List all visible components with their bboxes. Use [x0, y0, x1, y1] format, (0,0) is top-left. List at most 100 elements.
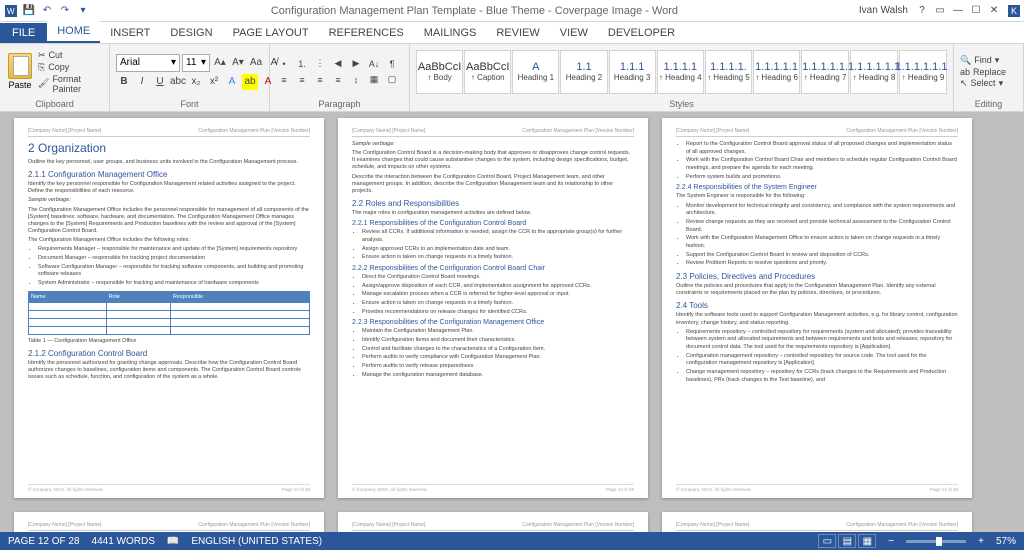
zoom-in-icon[interactable]: +	[978, 536, 984, 547]
underline-button[interactable]: U	[152, 74, 168, 90]
strikethrough-button[interactable]: abc	[170, 74, 186, 90]
design-tab[interactable]: DESIGN	[160, 23, 222, 43]
status-words[interactable]: 4441 WORDS	[92, 536, 155, 547]
align-center-icon[interactable]: ≡	[294, 73, 310, 87]
page-footer-right: Page 13 of 28	[606, 487, 634, 492]
copy-button[interactable]: ⎘ Copy	[38, 62, 103, 73]
file-tab[interactable]: FILE	[0, 23, 47, 43]
developer-tab[interactable]: DEVELOPER	[598, 23, 685, 43]
style-item[interactable]: 1.1.1.1.1.1.↑ Heading 9	[899, 50, 947, 94]
align-left-icon[interactable]: ≡	[276, 73, 292, 87]
undo-icon[interactable]: ↶	[40, 4, 54, 18]
style-item[interactable]: 1.1Heading 2	[560, 50, 607, 94]
view-tab[interactable]: VIEW	[550, 23, 598, 43]
replace-button[interactable]: ab Replace	[960, 67, 1006, 77]
style-item[interactable]: AHeading 1	[512, 50, 559, 94]
maximize-icon[interactable]: ☐	[968, 4, 984, 18]
decrease-indent-icon[interactable]: ◀	[330, 57, 346, 71]
borders-icon[interactable]: ▢	[384, 73, 400, 87]
justify-icon[interactable]: ≡	[330, 73, 346, 87]
paste-button[interactable]: Paste	[6, 51, 34, 92]
styles-gallery[interactable]: AaBbCcI↑ BodyAaBbCcI↑ CaptionAHeading 11…	[416, 46, 947, 97]
page[interactable]: [Company Name] [Project Name]Configurati…	[14, 118, 324, 498]
zoom-slider[interactable]	[906, 540, 966, 543]
style-item[interactable]: AaBbCcI↑ Caption	[464, 50, 511, 94]
window-title: Configuration Management Plan Template -…	[90, 5, 859, 17]
copy-label: Copy	[48, 62, 69, 72]
body-text: Identify the software tools used to supp…	[676, 312, 958, 326]
help-icon[interactable]: ?	[914, 4, 930, 18]
subscript-button[interactable]: x₂	[188, 74, 204, 90]
style-preview: 1.1.1.1	[663, 61, 697, 73]
numbering-icon[interactable]: 1.	[294, 57, 310, 71]
bold-button[interactable]: B	[116, 74, 132, 90]
table-caption: Table 1 — Configuration Management Offic…	[28, 338, 310, 345]
cut-button[interactable]: ✂ Cut	[38, 50, 103, 61]
page-footer-left: © Company 20XX. All rights reserved.	[352, 487, 428, 492]
ribbon-display-icon[interactable]: ▭	[932, 4, 948, 18]
find-button[interactable]: 🔍 Find ▾	[960, 55, 1006, 66]
references-tab[interactable]: REFERENCES	[319, 23, 414, 43]
bullets-icon[interactable]: •	[276, 57, 292, 71]
style-item[interactable]: 1.1.1.1.1↑ Heading 6	[753, 50, 800, 94]
font-size-select[interactable]: 11▾	[182, 54, 210, 72]
web-layout-icon[interactable]: ▦	[858, 534, 876, 548]
style-item[interactable]: 1.1.1.1↑ Heading 4	[657, 50, 704, 94]
font-name-select[interactable]: Arial▾	[116, 54, 180, 72]
body-text: Identify the key personnel responsible f…	[28, 181, 310, 195]
shrink-font-icon[interactable]: A▾	[230, 55, 246, 71]
show-marks-icon[interactable]: ¶	[384, 57, 400, 71]
zoom-out-icon[interactable]: −	[888, 536, 894, 547]
save-icon[interactable]: 💾	[22, 4, 36, 18]
redo-icon[interactable]: ↷	[58, 4, 72, 18]
status-spellcheck-icon[interactable]: 📖	[167, 536, 179, 547]
select-button[interactable]: ↖ Select ▾	[960, 78, 1006, 89]
insert-tab[interactable]: INSERT	[100, 23, 160, 43]
page-layout-tab[interactable]: PAGE LAYOUT	[223, 23, 319, 43]
superscript-button[interactable]: x²	[206, 74, 222, 90]
body-text: Describe the interaction between the Con…	[352, 174, 634, 195]
print-layout-icon[interactable]: ▤	[838, 534, 856, 548]
page[interactable]: [Company Name] [Project Name]Configurati…	[338, 512, 648, 532]
mailings-tab[interactable]: MAILINGS	[414, 23, 487, 43]
read-mode-icon[interactable]: ▭	[818, 534, 836, 548]
format-painter-button[interactable]: 🖌 Format Painter	[38, 74, 103, 94]
change-case-icon[interactable]: Aa	[248, 55, 264, 71]
style-item[interactable]: 1.1.1.1.1.↑ Heading 7	[801, 50, 849, 94]
multilevel-list-icon[interactable]: ⋮	[312, 57, 328, 71]
minimize-icon[interactable]: —	[950, 4, 966, 18]
shading-icon[interactable]: ▦	[366, 73, 382, 87]
status-page[interactable]: PAGE 12 OF 28	[8, 536, 80, 547]
italic-button[interactable]: I	[134, 74, 150, 90]
page[interactable]: [Company Name] [Project Name]Configurati…	[338, 118, 648, 498]
text-effects-icon[interactable]: A	[224, 74, 240, 90]
page[interactable]: [Company Name] [Project Name]Configurati…	[14, 512, 324, 532]
zoom-level[interactable]: 57%	[996, 536, 1016, 547]
page[interactable]: [Company Name] [Project Name]Configurati…	[662, 512, 972, 532]
close-icon[interactable]: ✕	[986, 4, 1002, 18]
style-name: ↑ Heading 9	[902, 73, 945, 82]
user-badge[interactable]: K	[1008, 5, 1020, 17]
review-tab[interactable]: REVIEW	[486, 23, 549, 43]
sort-icon[interactable]: A↓	[366, 57, 382, 71]
document-area[interactable]: [Company Name] [Project Name]Configurati…	[0, 112, 1024, 532]
line-spacing-icon[interactable]: ↕	[348, 73, 364, 87]
list-item: Support the Configuration Control Board …	[686, 252, 958, 260]
style-item[interactable]: AaBbCcI↑ Body	[416, 50, 463, 94]
page[interactable]: [Company Name] [Project Name]Configurati…	[662, 118, 972, 498]
grow-font-icon[interactable]: A▴	[212, 55, 228, 71]
list-item: Monitor development for technical integr…	[686, 203, 958, 218]
qat-customize-icon[interactable]: ▾	[76, 4, 90, 18]
body-text: Outline the key personnel, user groups, …	[28, 159, 310, 166]
list-item: Assign approved CCRs to an implementatio…	[362, 246, 634, 254]
style-item[interactable]: 1.1.1Heading 3	[609, 50, 656, 94]
style-item[interactable]: 1.1.1.1.1.1↑ Heading 8	[850, 50, 898, 94]
align-right-icon[interactable]: ≡	[312, 73, 328, 87]
highlight-icon[interactable]: ab	[242, 74, 258, 90]
increase-indent-icon[interactable]: ▶	[348, 57, 364, 71]
style-name: ↑ Heading 4	[659, 73, 702, 82]
user-name[interactable]: Ivan Walsh	[859, 5, 908, 16]
style-item[interactable]: 1.1.1.1.↑ Heading 5	[705, 50, 752, 94]
home-tab[interactable]: HOME	[47, 21, 100, 43]
status-language[interactable]: ENGLISH (UNITED STATES)	[191, 536, 322, 547]
